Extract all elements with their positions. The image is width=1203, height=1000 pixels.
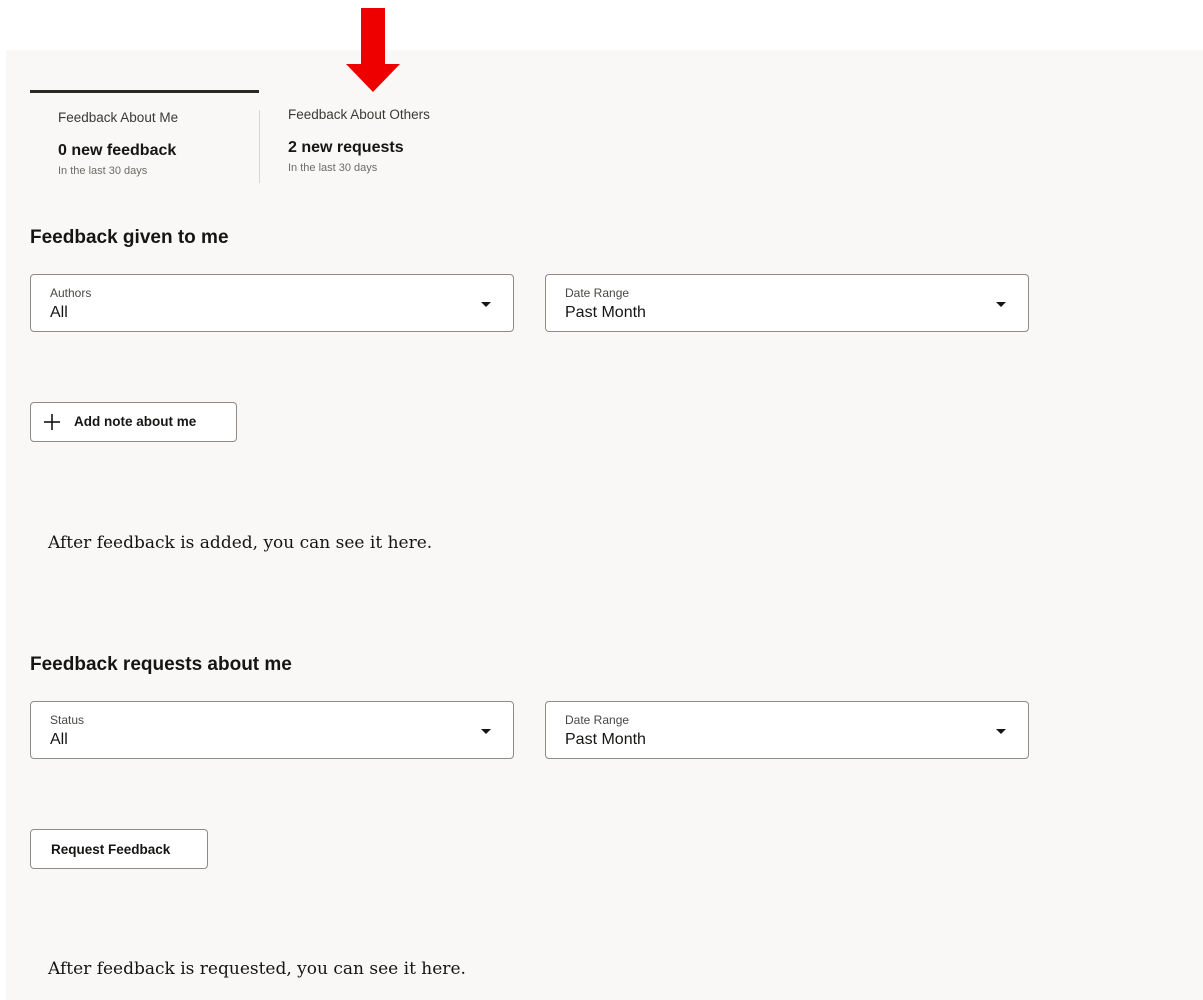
caret-down-icon	[996, 302, 1006, 307]
tab-subtitle: In the last 30 days	[58, 165, 148, 177]
select-value: Past Month	[565, 304, 646, 321]
button-label: Request Feedback	[51, 842, 171, 857]
select-label: Authors	[50, 286, 92, 300]
authors-select[interactable]: Authors All	[30, 274, 514, 332]
tab-count: 2 new requests	[288, 139, 404, 156]
select-value: All	[50, 731, 68, 748]
request-feedback-button[interactable]: Request Feedback	[30, 829, 208, 869]
select-label: Date Range	[565, 713, 630, 727]
caret-down-icon	[996, 729, 1006, 734]
select-value: All	[50, 304, 68, 321]
empty-requests-message: After feedback is requested, you can see…	[48, 959, 466, 979]
select-value: Past Month	[565, 731, 646, 748]
tab-feedback-about-me[interactable]: Feedback About Me 0 new feedback In the …	[30, 90, 259, 188]
tab-title: Feedback About Me	[58, 110, 179, 125]
date-range-select[interactable]: Date Range Past Month	[545, 274, 1029, 332]
tab-feedback-about-others[interactable]: Feedback About Others 2 new requests In …	[260, 90, 490, 185]
status-select[interactable]: Status All	[30, 701, 514, 759]
caret-down-icon	[481, 302, 491, 307]
feedback-tabs: Feedback About Me 0 new feedback In the …	[30, 90, 490, 185]
section-heading-feedback-requests: Feedback requests about me	[30, 654, 292, 675]
plus-icon	[44, 414, 60, 430]
empty-feedback-message: After feedback is added, you can see it …	[48, 533, 433, 553]
tab-subtitle: In the last 30 days	[288, 162, 378, 174]
requests-date-range-select[interactable]: Date Range Past Month	[545, 701, 1029, 759]
caret-down-icon	[481, 729, 491, 734]
tab-count: 0 new feedback	[58, 142, 177, 159]
red-arrow-annotation-icon	[346, 8, 400, 92]
add-note-button[interactable]: Add note about me	[30, 402, 237, 442]
select-label: Date Range	[565, 286, 630, 300]
select-label: Status	[50, 713, 85, 727]
button-label: Add note about me	[74, 414, 197, 429]
section-heading-feedback-given: Feedback given to me	[30, 227, 229, 248]
tab-title: Feedback About Others	[288, 107, 430, 122]
